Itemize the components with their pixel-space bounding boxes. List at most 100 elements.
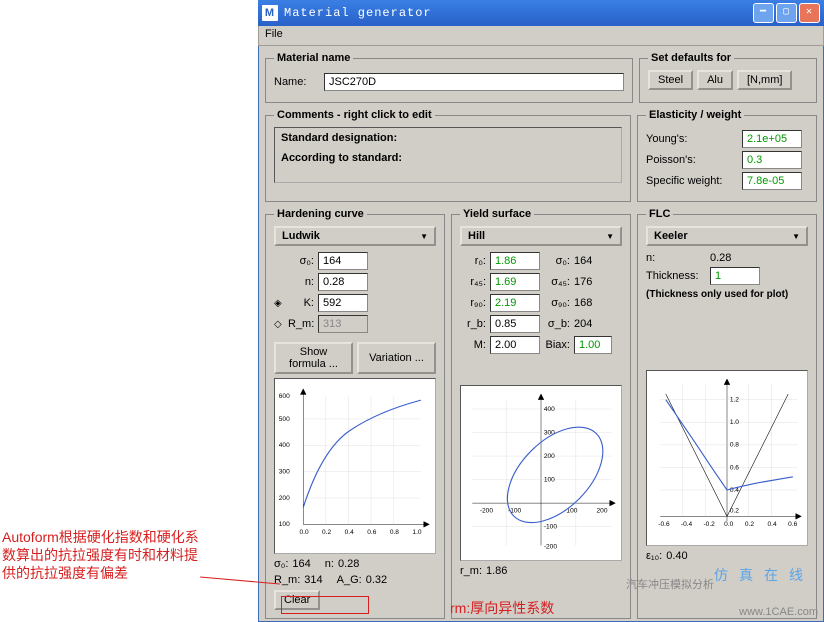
summary-n-label: n:: [325, 558, 334, 570]
material-name-group: Material name Name:: [265, 52, 633, 103]
young-input[interactable]: [742, 130, 802, 148]
comments-area[interactable]: Standard designation: According to stand…: [274, 127, 622, 183]
watermark-url: www.1CAE.com: [739, 606, 818, 618]
flc-e10-value: 0.40: [666, 550, 687, 562]
s0-label: σ₀:: [544, 255, 570, 267]
summary-ag-label: A_G:: [337, 574, 362, 586]
svg-text:1.2: 1.2: [730, 397, 739, 404]
sb-label: σ_b:: [544, 318, 570, 330]
svg-text:0.6: 0.6: [788, 521, 797, 528]
minimize-button[interactable]: ━: [753, 3, 774, 23]
thick-label: Thickness:: [646, 270, 706, 282]
nmm-button[interactable]: [N,mm]: [737, 70, 792, 90]
summary-ag-value: 0.32: [366, 574, 387, 586]
r90-label: r₉₀:: [460, 297, 486, 309]
summary-n-value: 0.28: [338, 558, 359, 570]
defaults-legend: Set defaults for: [648, 52, 734, 64]
svg-text:300: 300: [279, 469, 290, 476]
svg-text:0.4: 0.4: [767, 521, 776, 528]
watermark-text2: 汽车冲压模拟分析: [626, 576, 714, 592]
biax-input[interactable]: [574, 336, 612, 354]
defaults-group: Set defaults for Steel Alu [N,mm]: [639, 52, 817, 103]
svg-text:0.6: 0.6: [730, 464, 739, 471]
show-formula-button[interactable]: Show formula ...: [274, 342, 353, 374]
m-input[interactable]: [490, 336, 540, 354]
s90-label: σ₉₀:: [544, 297, 570, 309]
young-label: Young's:: [646, 133, 742, 145]
hardening-legend: Hardening curve: [274, 208, 367, 220]
chevron-down-icon: ▼: [420, 232, 428, 241]
yield-rm-value: 1.86: [486, 565, 507, 577]
s45-label: σ₄₅:: [544, 276, 570, 288]
variation-button[interactable]: Variation ...: [357, 342, 436, 374]
k-radio[interactable]: ◈: [274, 298, 284, 309]
hardening-chart: 100200300400500600 0.00.20.40.60.81.0: [274, 378, 436, 554]
hardening-group: Hardening curve Ludwik▼ σ₀: n: ◈K: ◇R_m:…: [265, 208, 445, 619]
s45-value: 176: [574, 276, 612, 288]
yield-group: Yield surface Hill▼ r₀: σ₀: 164 r₄₅: σ₄₅: 17…: [451, 208, 631, 619]
steel-button[interactable]: Steel: [648, 70, 693, 90]
svg-text:1.0: 1.0: [730, 419, 739, 426]
sw-input[interactable]: [742, 172, 802, 190]
svg-text:200: 200: [544, 453, 555, 460]
menu-file[interactable]: File: [265, 28, 283, 40]
clear-button[interactable]: Clear: [274, 590, 320, 610]
comments-legend: Comments - right click to edit: [274, 109, 435, 121]
sigma0-label: σ₀:: [288, 255, 314, 267]
svg-text:100: 100: [544, 476, 555, 483]
rb-label: r_b:: [460, 318, 486, 330]
r0-label: r₀:: [460, 255, 486, 267]
flc-n-value: 0.28: [710, 252, 748, 264]
sigma0-input[interactable]: [318, 252, 368, 270]
svg-text:0.0: 0.0: [299, 529, 308, 536]
comment-line-1: Standard designation:: [281, 132, 615, 144]
elasticity-group: Elasticity / weight Young's: Poisson's: …: [637, 109, 817, 202]
app-icon: M: [262, 5, 278, 21]
svg-text:400: 400: [279, 442, 290, 449]
rm-input: [318, 315, 368, 333]
svg-text:0.8: 0.8: [390, 529, 399, 536]
annotation-mid: rm:厚向异性系数: [450, 598, 554, 618]
hardening-dropdown[interactable]: Ludwik▼: [274, 226, 436, 246]
comments-group: Comments - right click to edit Standard …: [265, 109, 631, 202]
svg-text:200: 200: [597, 508, 608, 515]
menubar: File: [258, 26, 824, 46]
yield-legend: Yield surface: [460, 208, 534, 220]
yield-rm-label: r_m:: [460, 565, 482, 577]
sb-value: 204: [574, 318, 612, 330]
r45-input[interactable]: [490, 273, 540, 291]
biax-label: Biax:: [544, 339, 570, 351]
poisson-input[interactable]: [742, 151, 802, 169]
comment-line-2: According to standard:: [281, 152, 615, 164]
window-body: Material name Name: Set defaults for Ste…: [258, 46, 824, 622]
svg-text:300: 300: [544, 429, 555, 436]
n-input[interactable]: [318, 273, 368, 291]
close-button[interactable]: ✕: [799, 3, 820, 23]
svg-text:-200: -200: [544, 543, 558, 550]
rb-input[interactable]: [490, 315, 540, 333]
window-title: Material generator: [284, 6, 753, 20]
annotation-left: Autoform根据硬化指数和硬化系数算出的抗拉强度有时和材料提供的抗拉强度有偏…: [2, 528, 202, 583]
window-titlebar: M Material generator ━ ▢ ✕: [258, 0, 824, 26]
svg-text:400: 400: [544, 406, 555, 413]
r45-label: r₄₅:: [460, 276, 486, 288]
rm-radio[interactable]: ◇: [274, 319, 284, 330]
flc-group: FLC Keeler▼ n:0.28 Thickness: (Thickness…: [637, 208, 817, 619]
maximize-button[interactable]: ▢: [776, 3, 797, 23]
k-input[interactable]: [318, 294, 368, 312]
name-input[interactable]: [324, 73, 624, 91]
flc-legend: FLC: [646, 208, 673, 220]
flc-dropdown[interactable]: Keeler▼: [646, 226, 808, 246]
flc-n-label: n:: [646, 252, 706, 264]
svg-text:0.6: 0.6: [367, 529, 376, 536]
s0-value: 164: [574, 255, 612, 267]
thick-input[interactable]: [710, 267, 760, 285]
r0-input[interactable]: [490, 252, 540, 270]
svg-text:-100: -100: [544, 524, 558, 531]
alu-button[interactable]: Alu: [697, 70, 733, 90]
summary-sigma0-label: σ₀:: [274, 558, 288, 570]
yield-dropdown[interactable]: Hill▼: [460, 226, 622, 246]
s90-value: 168: [574, 297, 612, 309]
r90-input[interactable]: [490, 294, 540, 312]
svg-text:0.2: 0.2: [322, 529, 331, 536]
